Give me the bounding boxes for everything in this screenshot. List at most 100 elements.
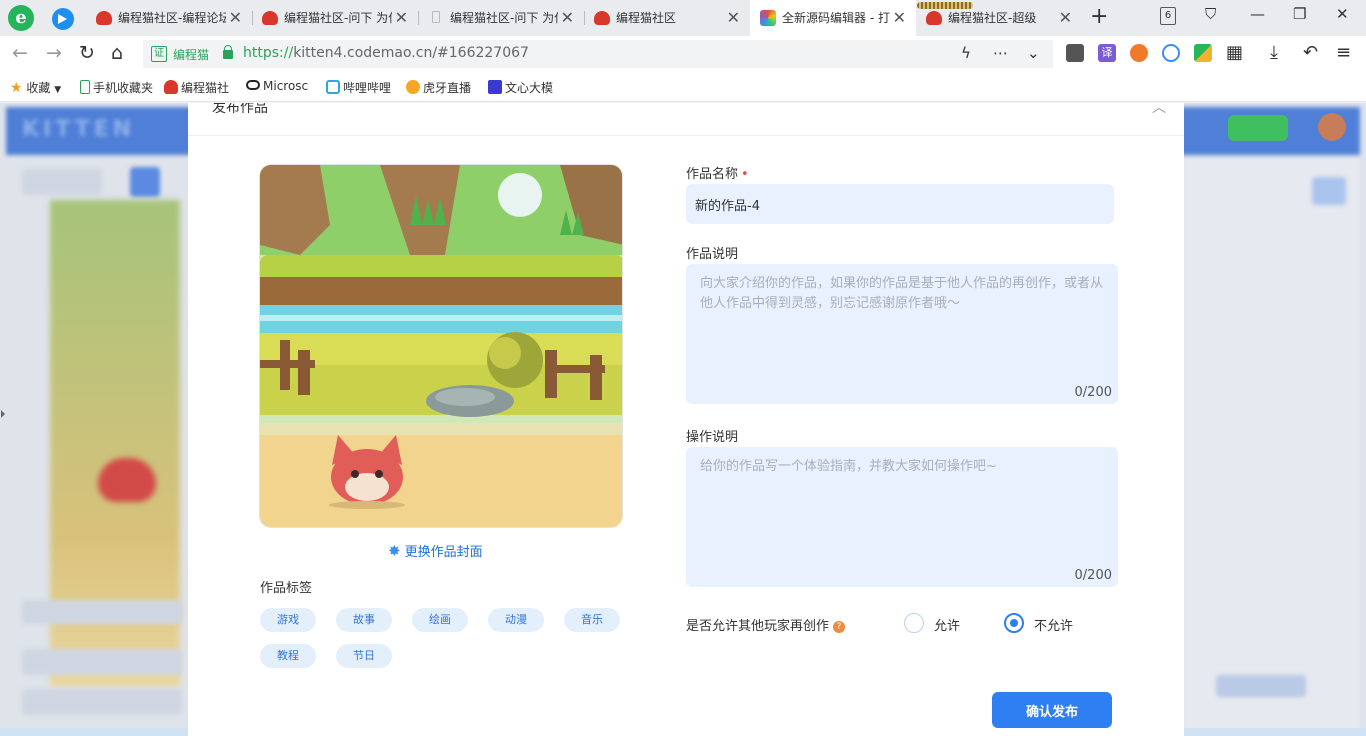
certificate-icon[interactable]: 证 xyxy=(151,46,167,62)
tab-close-icon[interactable]: ✕ xyxy=(395,0,408,36)
dialog-header: 发布作品 ︿ xyxy=(188,103,1184,136)
back-icon[interactable]: ← xyxy=(12,42,28,64)
operation-label: 操作说明 xyxy=(686,430,739,445)
caret-down-icon[interactable]: ▼ xyxy=(54,85,61,95)
url-text[interactable]: https://kitten4.codemao.cn/#166227067 xyxy=(243,45,529,61)
dialog-title: 发布作品 xyxy=(212,103,268,116)
bookmark-bilibili[interactable]: 哔哩哔哩 xyxy=(326,79,391,96)
tab-title: 编程猫社区-问下 为什 xyxy=(284,11,392,25)
radio-disallow[interactable] xyxy=(1004,613,1024,633)
codemao-favicon-icon xyxy=(96,11,112,25)
restore-icon[interactable]: ❐ xyxy=(1293,5,1306,23)
tag-chip[interactable]: 动漫 xyxy=(488,608,544,632)
cover-illustration xyxy=(260,165,622,527)
more-icon[interactable]: ⋯ xyxy=(993,44,1008,62)
forward-icon[interactable]: → xyxy=(46,42,62,64)
radio-disallow-label[interactable]: 不允许 xyxy=(1034,615,1073,634)
operation-field[interactable]: 0/200 xyxy=(686,447,1118,587)
undo-icon[interactable]: ↶ xyxy=(1303,42,1318,63)
minus-circle-icon[interactable] xyxy=(1162,44,1180,62)
tab-close-icon[interactable]: ✕ xyxy=(893,0,906,36)
chevron-down-icon[interactable]: ⌄ xyxy=(1027,44,1040,62)
bookmark-mobile[interactable]: 手机收藏夹 xyxy=(80,79,153,96)
chevron-up-icon[interactable]: ︿ xyxy=(1152,103,1166,117)
game-controller-icon[interactable] xyxy=(1130,44,1148,62)
reader-mode-icon[interactable] xyxy=(1066,44,1084,62)
tag-chip[interactable]: 绘画 xyxy=(412,608,468,632)
tab-drag-grip[interactable] xyxy=(917,2,973,9)
bilibili-icon xyxy=(326,80,340,94)
change-cover-button[interactable]: ✸ 更换作品封面 xyxy=(388,541,483,560)
remix-permission-text: 是否允许其他玩家再创作 xyxy=(686,619,830,634)
tab-3[interactable]: 编程猫社区-问下 为什 ✕ xyxy=(418,0,584,36)
editor-brand: KITTEN xyxy=(22,117,136,142)
pinned-tab-telegram-icon[interactable] xyxy=(52,8,74,30)
home-icon[interactable]: ⌂ xyxy=(111,42,123,64)
operation-textarea[interactable] xyxy=(686,447,1118,587)
tags-label: 作品标签 xyxy=(260,581,313,596)
tab-close-icon[interactable]: ✕ xyxy=(1059,0,1072,36)
work-name-label-text: 作品名称 xyxy=(686,167,739,182)
editor-control-row xyxy=(22,600,182,624)
reload-icon[interactable]: ↻ xyxy=(79,42,95,64)
minimize-icon[interactable]: — xyxy=(1250,5,1265,23)
omnibox[interactable]: 证 编程猫 https://kitten4.codemao.cn/#166227… xyxy=(143,40,1053,68)
skin-shirt-icon[interactable]: ⛉ xyxy=(1205,5,1216,23)
work-name-input[interactable] xyxy=(686,184,1114,224)
tab-4[interactable]: 编程猫社区 ✕ xyxy=(584,0,750,36)
close-window-icon[interactable]: ✕ xyxy=(1336,5,1349,23)
tag-chip[interactable]: 节日 xyxy=(336,644,392,668)
site-identity-label[interactable]: 编程猫 xyxy=(173,46,209,63)
bookmark-label: 虎牙直播 xyxy=(423,81,472,95)
radio-allow-label[interactable]: 允许 xyxy=(934,615,960,634)
browser-logo-icon[interactable]: e xyxy=(8,5,34,31)
tab-1[interactable]: 编程猫社区-编程论坛 ✕ xyxy=(86,0,252,36)
menu-icon[interactable]: ≡ xyxy=(1336,42,1351,63)
cover-image[interactable] xyxy=(259,164,623,528)
tag-chip[interactable]: 故事 xyxy=(336,608,392,632)
new-tab-button[interactable]: + xyxy=(1090,4,1108,29)
codemao-favicon-icon xyxy=(594,11,610,25)
work-name-label: 作品名称 • xyxy=(686,163,749,182)
sparkle-icon: ✸ xyxy=(388,542,401,560)
tag-chip[interactable]: 游戏 xyxy=(260,608,316,632)
radio-allow[interactable] xyxy=(904,613,924,633)
apps-extension-icon[interactable] xyxy=(1194,44,1212,62)
operation-char-counter: 0/200 xyxy=(1074,568,1112,583)
lightning-icon[interactable]: ϟ xyxy=(961,44,971,62)
tab-2[interactable]: 编程猫社区-问下 为什 ✕ xyxy=(252,0,418,36)
sidebar-expand-arrow-icon[interactable] xyxy=(1,410,5,418)
editor-right-panel xyxy=(1184,159,1360,736)
download-icon[interactable]: ⤓ xyxy=(1270,42,1278,63)
description-textarea[interactable] xyxy=(686,264,1118,404)
bookmark-codemao[interactable]: 编程猫社 xyxy=(164,79,229,96)
description-field[interactable]: 0/200 xyxy=(686,264,1118,404)
editor-zoom-control xyxy=(1216,675,1306,697)
tab-close-icon[interactable]: ✕ xyxy=(229,0,242,36)
bookmark-wenxin[interactable]: 文心大模 xyxy=(488,79,553,96)
tab-5-active[interactable]: 全新源码编辑器 - 打 ✕ xyxy=(750,0,916,36)
translate-icon[interactable]: 译 xyxy=(1098,44,1116,62)
tag-chip[interactable]: 音乐 xyxy=(564,608,620,632)
editor-toolbar-button xyxy=(130,167,160,197)
bookmark-huya[interactable]: 虎牙直播 xyxy=(406,79,471,96)
help-icon[interactable]: ? xyxy=(833,621,846,633)
publish-dialog: 发布作品 ︿ ✸ 更换作品封面 作品标签 游戏 故事 绘画 动漫 音乐 教程 节… xyxy=(188,103,1184,736)
editor-toolbar-pill xyxy=(22,169,102,195)
editor-green-button xyxy=(1228,115,1288,141)
description-char-counter: 0/200 xyxy=(1074,385,1112,400)
bookmark-microsoft[interactable]: Microsc xyxy=(246,79,308,93)
bookmark-favorites[interactable]: ★ 收藏 ▼ xyxy=(10,79,61,96)
tag-chip[interactable]: 教程 xyxy=(260,644,316,668)
star-icon: ★ xyxy=(10,80,23,96)
tab-count-badge[interactable]: 6 xyxy=(1160,7,1176,25)
grid-icon[interactable]: ▦ xyxy=(1226,42,1243,63)
browser-tab-bar: e 编程猫社区-编程论坛 ✕ 编程猫社区-问下 为什 ✕ 编程猫社区-问下 为什… xyxy=(0,0,1366,36)
confirm-publish-button[interactable]: 确认发布 xyxy=(992,692,1112,728)
codemao-icon xyxy=(164,80,178,94)
lock-icon[interactable] xyxy=(223,45,233,59)
phone-icon xyxy=(80,80,90,94)
tab-close-icon[interactable]: ✕ xyxy=(561,0,574,36)
address-toolbar: ← → ↻ ⌂ 证 编程猫 https://kitten4.codemao.cn… xyxy=(0,36,1366,72)
tab-close-icon[interactable]: ✕ xyxy=(727,0,740,36)
